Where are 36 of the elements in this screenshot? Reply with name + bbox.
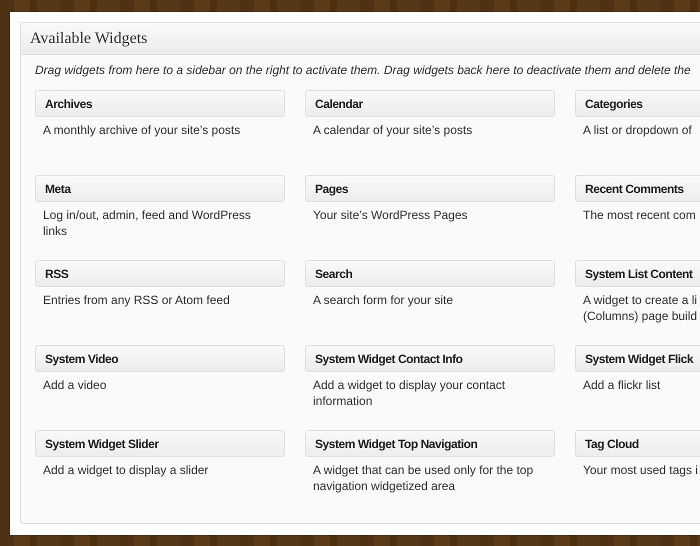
widget-title[interactable]: Search [305,260,555,287]
widget-title[interactable]: Pages [305,175,555,202]
widget-title[interactable]: Tag Cloud [575,430,700,457]
widget-title[interactable]: RSS [35,260,285,287]
widget-title[interactable]: Archives [35,90,285,117]
widget-description: Add a widget to display your contact [313,377,506,393]
panel-title: Available Widgets [30,30,148,48]
widget-description: The most recent com [583,207,697,223]
widget-description: information [313,393,374,409]
widget-description: navigation widgetized area [313,478,456,494]
widget-title[interactable]: Recent Comments [575,175,700,202]
widget-title[interactable]: System Widget Slider [35,430,285,457]
widget-description: Add a video [43,377,108,393]
widget-description: Your most used tags i [583,462,699,478]
widget-description: A search form for your site [313,292,454,308]
widget-title[interactable]: System Widget Flick [575,345,700,372]
widget-description: Your site’s WordPress Pages [313,207,469,223]
widget-title[interactable]: System Widget Contact Info [305,345,555,372]
widget-title[interactable]: System Widget Top Navigation [305,430,555,457]
widget-title[interactable]: System Video [35,345,285,372]
widget-description: A widget that can be used only for the top [313,462,534,478]
widget-title[interactable]: Calendar [305,90,555,117]
widget-description: Log in/out, admin, feed and WordPress [43,207,252,223]
widget-description: A calendar of your site’s posts [313,122,474,138]
intro-text: Drag widgets from here to a sidebar on the right to activate them. Drag widgets back here to deactivate them and delete the [35,63,692,77]
widget-description: links [43,223,68,239]
widget-description: (Columns) page build [583,308,698,324]
widget-description: A list or dropdown of [583,122,693,138]
widget-title[interactable]: Categories [575,90,700,117]
widget-title[interactable]: System List Content [575,260,700,287]
widget-description: A widget to create a li [583,292,698,308]
widget-title[interactable]: Meta [35,175,285,202]
widget-description: Add a widget to display a slider [43,462,210,478]
widget-description: Add a flickr list [583,377,662,393]
widget-description: Entries from any RSS or Atom feed [43,292,231,308]
widget-description: A monthly archive of your site’s posts [43,122,242,138]
